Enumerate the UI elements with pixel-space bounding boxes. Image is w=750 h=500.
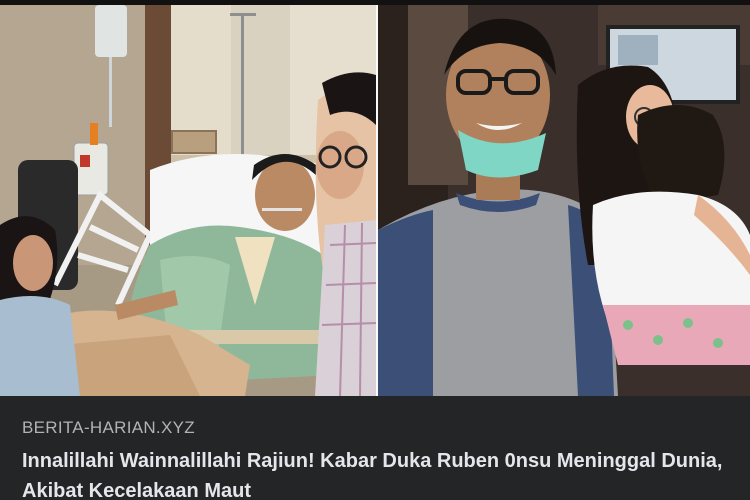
article-headline[interactable]: Innalillahi Wainnalillahi Rajiun! Kabar … — [22, 446, 742, 500]
link-preview-caption[interactable]: BERITA-HARIAN.XYZ Innalillahi Wainnalill… — [0, 396, 750, 500]
source-domain: BERITA-HARIAN.XYZ — [22, 418, 195, 437]
man-with-mask-photo — [378, 5, 750, 396]
hospital-bed-photo — [0, 5, 376, 396]
link-preview-image[interactable] — [0, 5, 750, 396]
